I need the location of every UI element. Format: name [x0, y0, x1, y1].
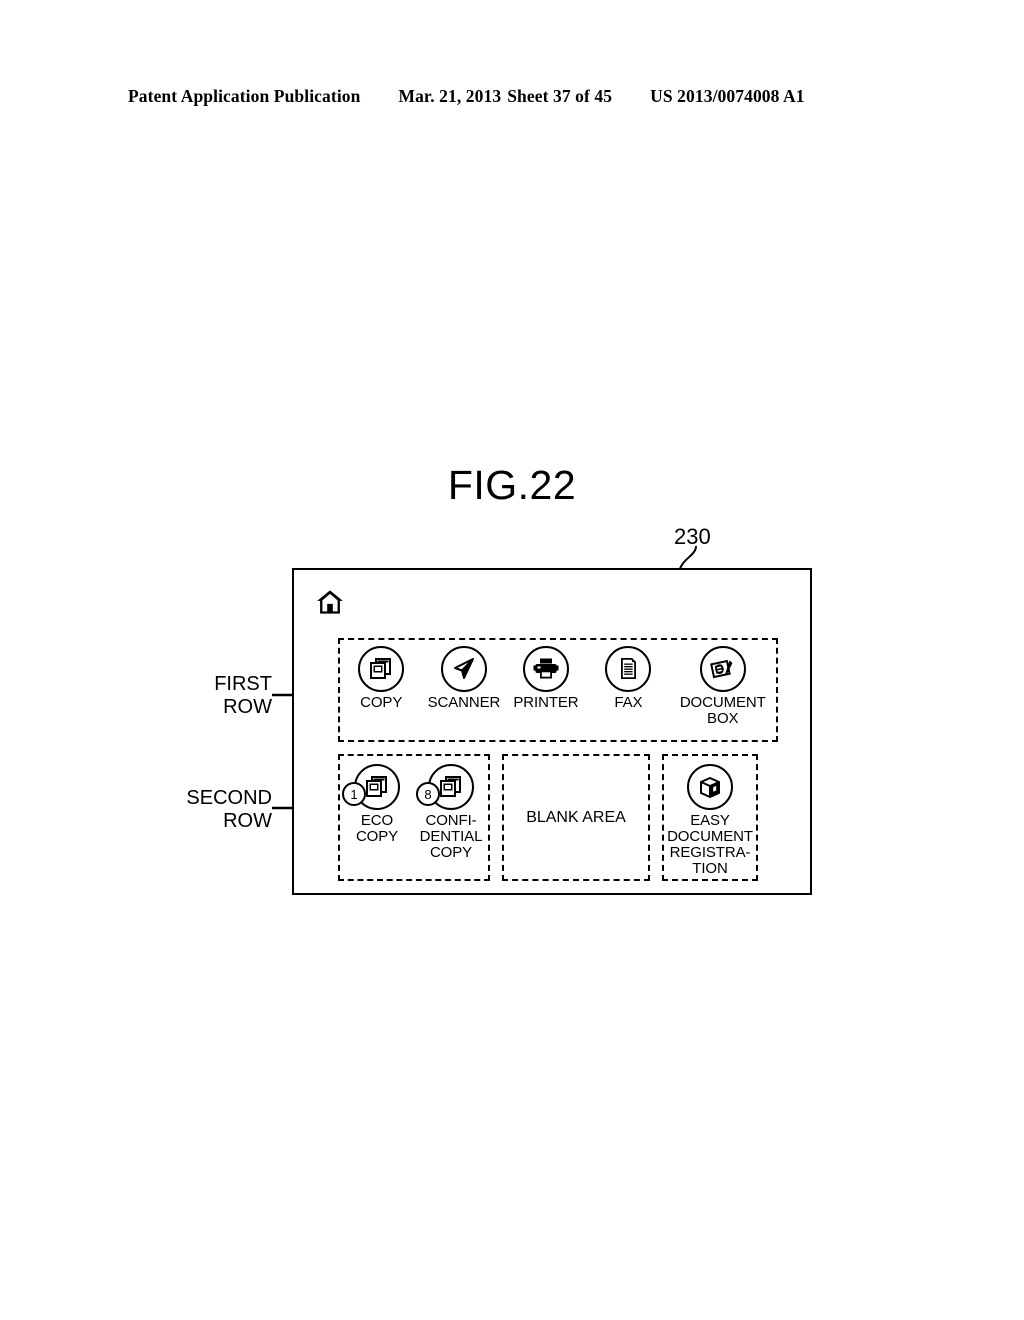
sheet-number: Sheet 37 of 45 — [507, 86, 613, 106]
patent-number: US 2013/0074008 A1 — [650, 86, 805, 106]
shortcut-badge: 1 — [342, 782, 366, 806]
copy-icon-circle — [358, 646, 405, 692]
publication-label: Patent Application Publication — [128, 86, 361, 106]
scanner-icon-circle — [440, 646, 487, 692]
operation-panel: COPY SCANNER PRINTER FAX DOCUMENT BOX 1 … — [292, 568, 812, 895]
shortcut-badge: 8 — [416, 782, 440, 806]
copy-icon — [440, 776, 461, 797]
second-row-shortcut-group: 1 ECO COPY 8 CONFI- DENTIAL COPY — [338, 754, 490, 881]
copy-icon — [370, 658, 392, 679]
app-tile-label: COPY — [360, 694, 403, 711]
printer-icon — [533, 658, 559, 679]
blank-area-label: BLANK AREA — [526, 808, 626, 826]
box-3d-icon — [700, 777, 720, 798]
shortcut-tile-label: CONFI- DENTIAL COPY — [419, 812, 483, 861]
shortcut-tile-easy-document-registration[interactable]: EASY DOCUMENT REGISTRA- TION — [662, 764, 758, 877]
app-tile-label: FAX — [614, 694, 643, 711]
printer-icon-circle — [522, 646, 569, 692]
patent-header: Patent Application Publication Mar. 21, … — [128, 86, 896, 107]
shortcut-tile-eco-copy[interactable]: 1 ECO COPY — [341, 764, 413, 845]
scanner-icon — [453, 658, 474, 679]
fax-icon-circle — [605, 646, 652, 692]
box-3d-icon-circle — [687, 764, 733, 810]
shortcut-tile-label: EASY DOCUMENT REGISTRA- TION — [667, 812, 753, 877]
eco-copy-icon-circle: 1 — [342, 764, 400, 810]
blank-area-group: BLANK AREA — [502, 754, 650, 881]
confidential-copy-icon-circle: 8 — [416, 764, 474, 810]
document-box-icon-circle — [699, 646, 746, 692]
app-tile-label: SCANNER — [427, 694, 501, 711]
app-tile-copy[interactable]: COPY — [345, 646, 417, 711]
fax-icon — [621, 658, 637, 679]
first-row-group: COPY SCANNER PRINTER FAX DOCUMENT BOX — [338, 638, 778, 742]
copy-icon — [366, 776, 387, 797]
easy-document-registration-group: EASY DOCUMENT REGISTRA- TION — [662, 754, 758, 881]
document-box-icon — [709, 659, 733, 679]
app-tile-fax[interactable]: FAX — [592, 646, 664, 711]
callout-first-row: FIRST ROW — [214, 673, 272, 718]
callout-second-row: SECOND ROW — [186, 787, 272, 832]
app-tile-document-box[interactable]: DOCUMENT BOX — [675, 646, 771, 727]
shortcut-tile-label: ECO COPY — [355, 812, 399, 845]
app-tile-label: DOCUMENT BOX — [679, 694, 766, 727]
publication-date: Mar. 21, 2013 — [398, 86, 502, 106]
shortcut-tile-confidential-copy[interactable]: 8 CONFI- DENTIAL COPY — [415, 764, 487, 861]
app-tile-scanner[interactable]: SCANNER — [428, 646, 500, 711]
app-tile-printer[interactable]: PRINTER — [510, 646, 582, 711]
figure-title: FIG.22 — [447, 462, 577, 508]
home-icon[interactable] — [316, 588, 344, 616]
app-tile-label: PRINTER — [513, 694, 579, 711]
